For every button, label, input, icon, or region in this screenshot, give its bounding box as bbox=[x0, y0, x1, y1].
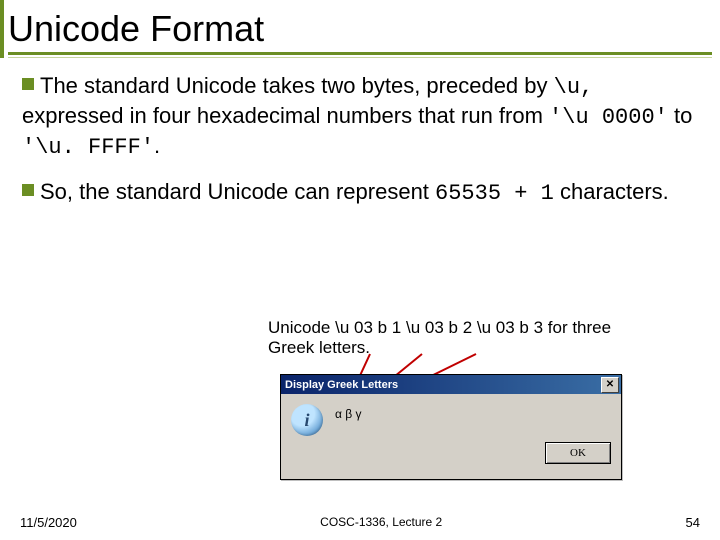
accent-bar bbox=[0, 0, 4, 58]
bullet-1: The standard Unicode takes two bytes, pr… bbox=[22, 72, 698, 162]
footer-date: 11/5/2020 bbox=[20, 515, 77, 530]
footer-page: 54 bbox=[686, 515, 700, 530]
bullet-1-code-a: \u, bbox=[554, 75, 594, 100]
bullet-1-text-d: . bbox=[154, 133, 160, 158]
caption: Unicode \u 03 b 1 \u 03 b 2 \u 03 b 3 fo… bbox=[268, 318, 658, 359]
bullet-2-code-a: 65535 + 1 bbox=[435, 181, 554, 206]
bullet-2: So, the standard Unicode can represent 6… bbox=[22, 178, 698, 208]
close-button[interactable]: ✕ bbox=[601, 377, 619, 393]
close-icon: ✕ bbox=[606, 380, 614, 390]
footer: 11/5/2020 COSC-1336, Lecture 2 54 bbox=[0, 515, 720, 530]
bullet-square-icon bbox=[22, 78, 34, 90]
slide-title: Unicode Format bbox=[8, 10, 712, 48]
bullet-1-text-a: The standard Unicode takes two bytes, pr… bbox=[40, 73, 554, 98]
dialog-title-text: Display Greek Letters bbox=[285, 379, 398, 391]
bullet-2-text-a: So, the standard Unicode can represent bbox=[40, 179, 435, 204]
dialog-titlebar: Display Greek Letters ✕ bbox=[281, 375, 621, 394]
bullet-1-code-c: '\u. FFFF' bbox=[22, 135, 154, 160]
bullet-1-code-b: '\u 0000' bbox=[549, 105, 668, 130]
info-icon: i bbox=[291, 404, 323, 436]
bullet-2-text-b: characters. bbox=[554, 179, 669, 204]
bullet-1-text-b: expressed in four hexadecimal numbers th… bbox=[22, 103, 549, 128]
dialog-window: Display Greek Letters ✕ i α β γ OK bbox=[280, 374, 622, 480]
dialog-message: α β γ bbox=[335, 404, 362, 420]
title-rule bbox=[8, 52, 712, 55]
ok-button[interactable]: OK bbox=[545, 442, 611, 464]
bullet-square-icon bbox=[22, 184, 34, 196]
bullet-1-text-c: to bbox=[668, 103, 692, 128]
footer-course: COSC-1336, Lecture 2 bbox=[320, 515, 442, 530]
